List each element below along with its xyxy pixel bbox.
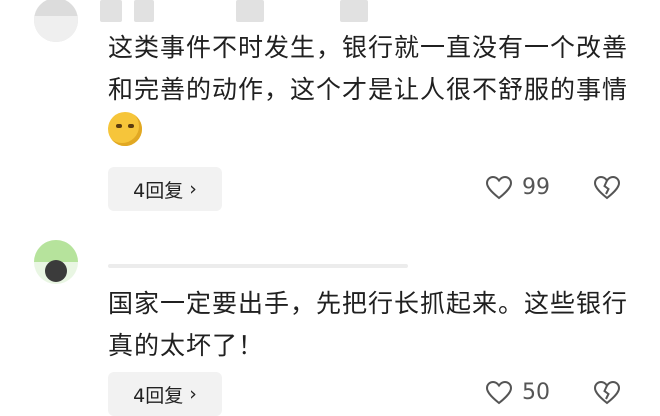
like-button[interactable]: 50 <box>486 380 550 405</box>
chevron-right-icon: › <box>189 383 197 405</box>
thinking-face-emoji <box>108 112 142 146</box>
like-count: 50 <box>522 380 550 405</box>
chevron-right-icon: › <box>189 178 197 200</box>
heart-outline-icon <box>486 175 512 199</box>
dislike-button[interactable] <box>593 175 621 204</box>
like-button[interactable]: 99 <box>486 175 550 200</box>
avatar[interactable] <box>34 240 78 284</box>
broken-heart-icon <box>593 175 621 200</box>
comment-item: 这类事件不时发生，银行就一直没有一个改善和完善的动作，这个才是让人很不舒服的事情… <box>0 0 660 215</box>
reply-count-label: 4回复 <box>133 384 184 407</box>
comment-text: 这类事件不时发生，银行就一直没有一个改善和完善的动作，这个才是让人很不舒服的事情 <box>108 27 628 153</box>
reply-button[interactable]: 4回复 › <box>108 372 222 416</box>
reply-count-label: 4回复 <box>133 179 184 202</box>
dislike-button[interactable] <box>593 380 621 409</box>
avatar[interactable] <box>34 0 78 42</box>
heart-outline-icon <box>486 380 512 404</box>
reply-button[interactable]: 4回复 › <box>108 167 222 211</box>
username-redacted <box>108 256 408 278</box>
comment-item: 国家一定要出手，先把行长抓起来。这些银行真的太坏了！ 4回复 › 50 <box>0 232 660 416</box>
like-count: 99 <box>522 175 550 200</box>
broken-heart-icon <box>593 380 621 405</box>
comment-text: 国家一定要出手，先把行长抓起来。这些银行真的太坏了！ <box>108 289 629 360</box>
username-redacted <box>100 0 380 22</box>
